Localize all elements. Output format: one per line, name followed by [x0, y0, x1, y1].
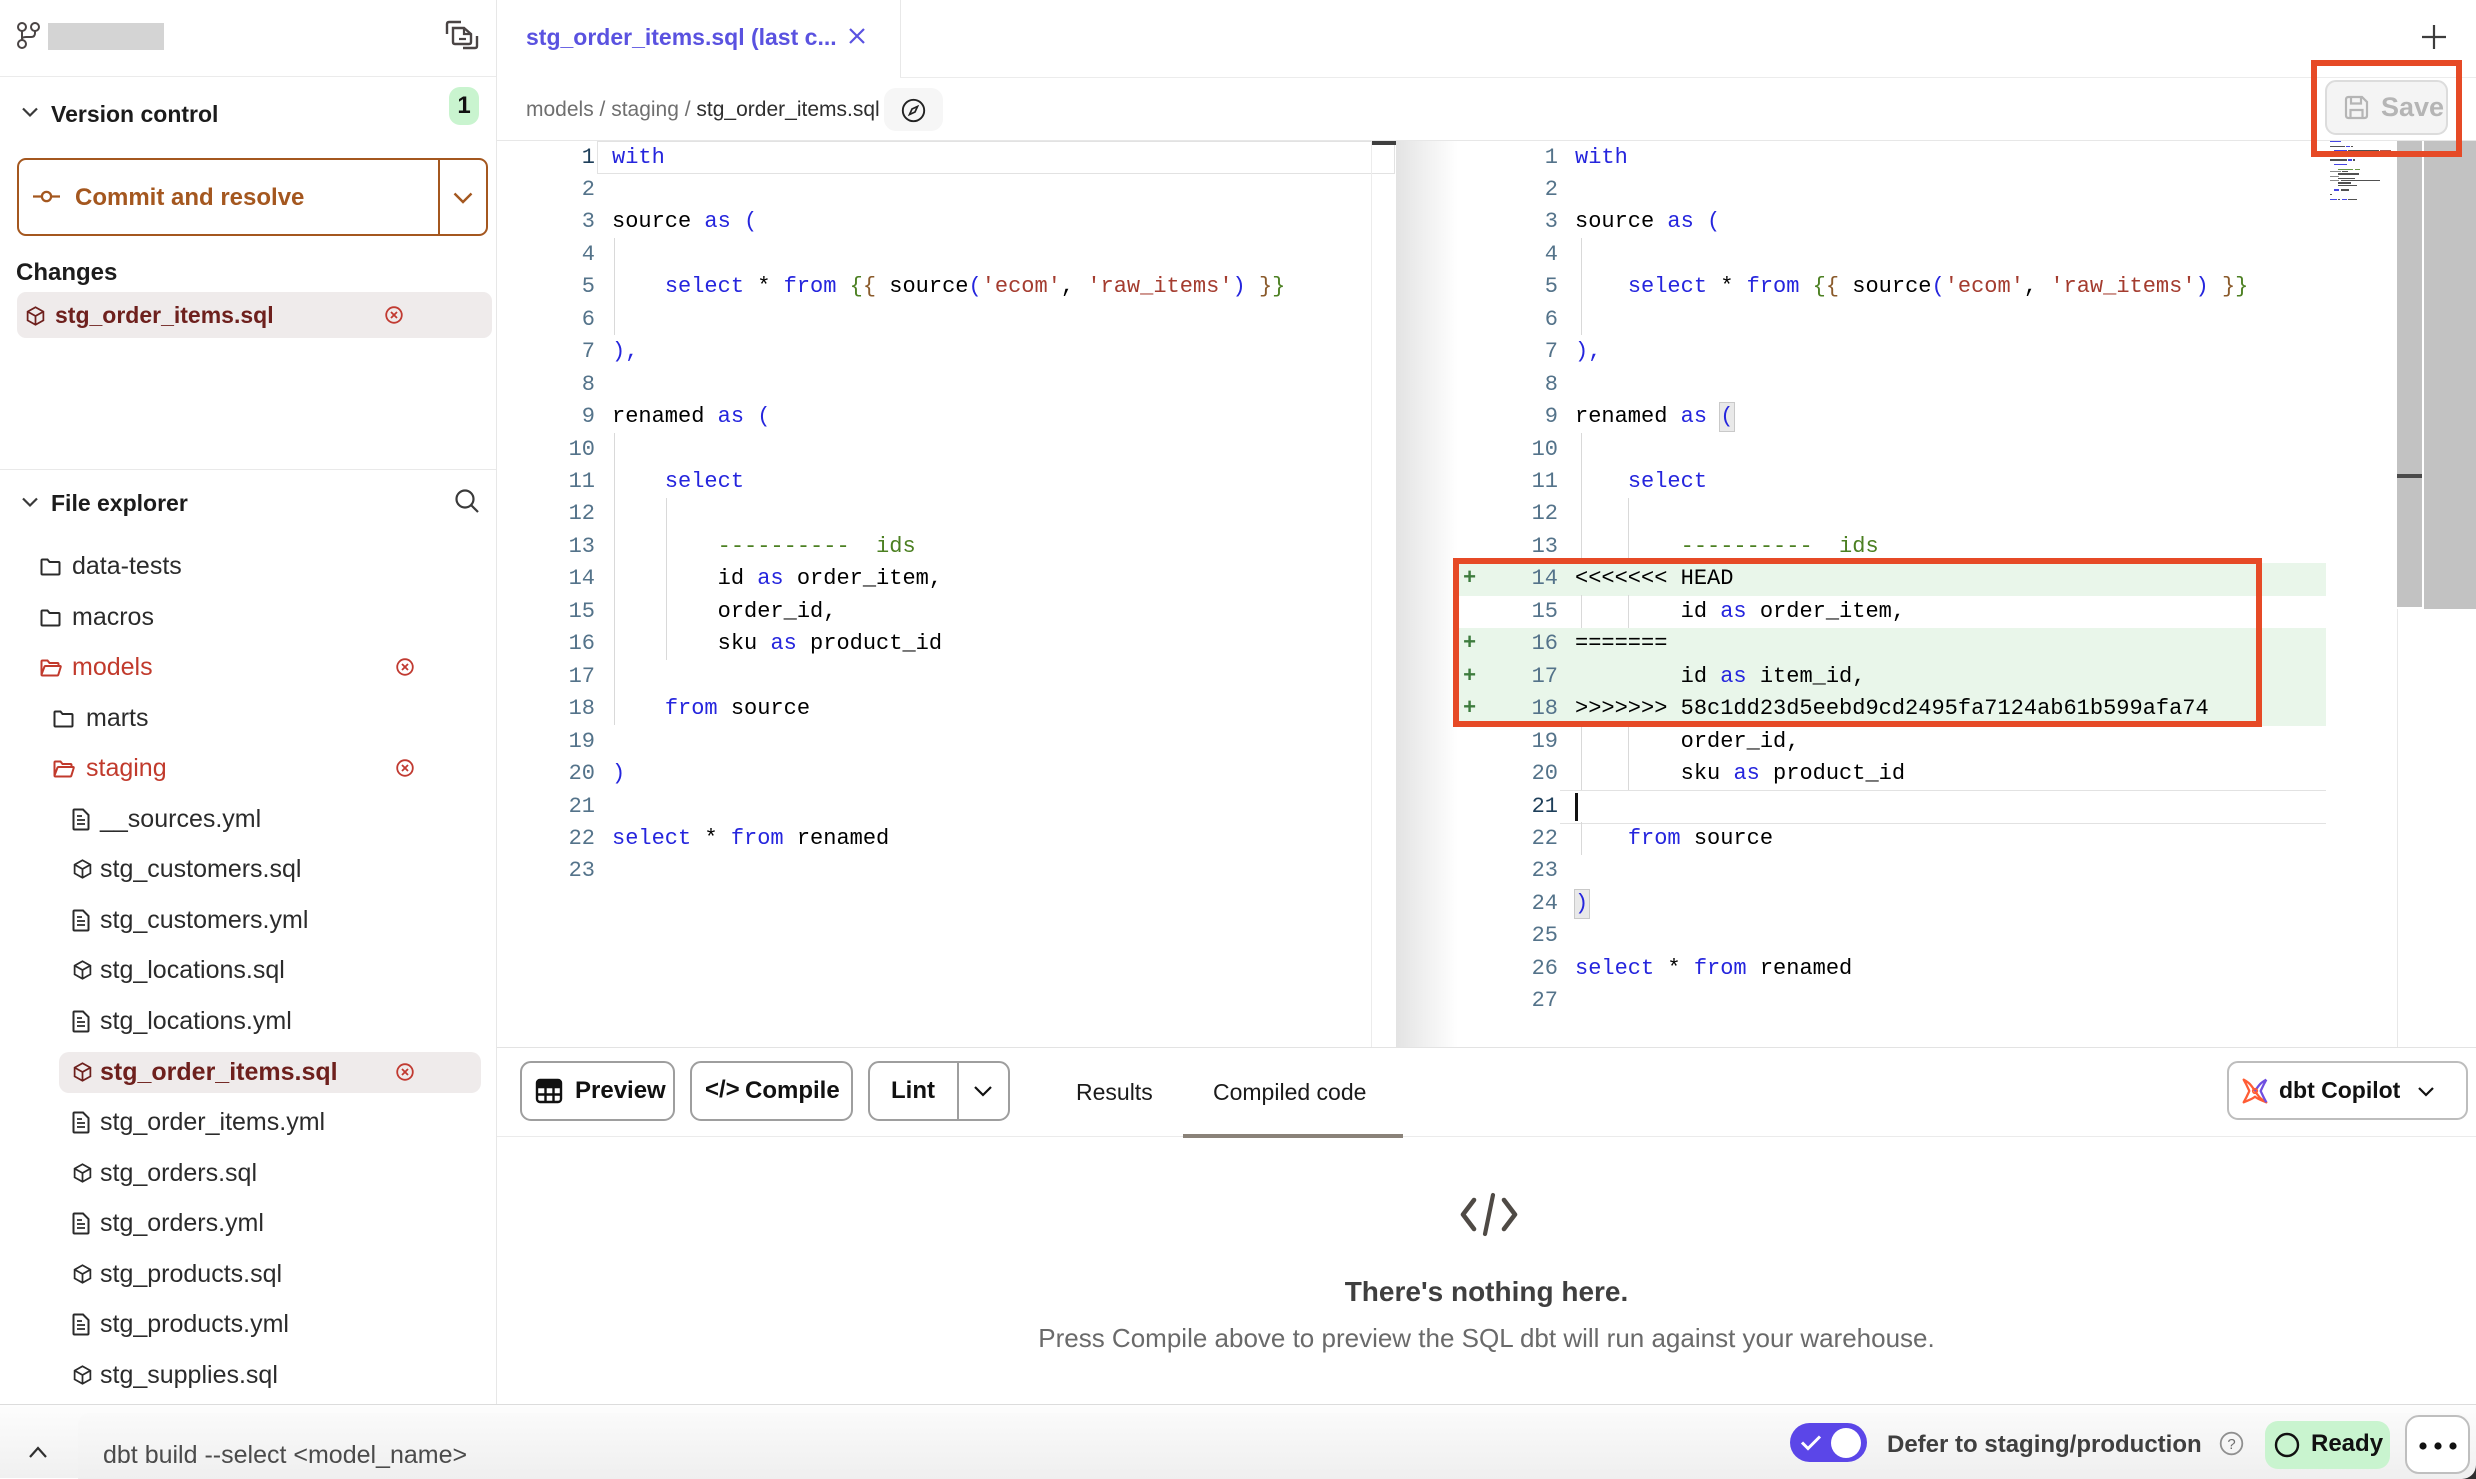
svg-text:?: ?	[2227, 1436, 2235, 1453]
